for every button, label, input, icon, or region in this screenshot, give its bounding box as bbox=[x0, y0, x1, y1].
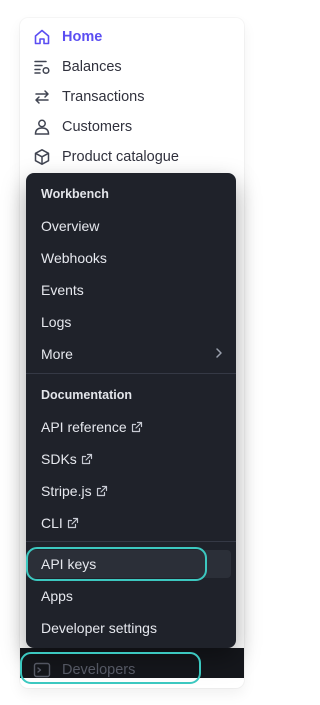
menu-item-label: Webhooks bbox=[41, 250, 107, 266]
section-title-documentation: Documentation bbox=[41, 388, 132, 402]
nav-item-label: Home bbox=[62, 29, 103, 45]
nav-item-home[interactable]: Home bbox=[20, 22, 244, 52]
menu-item-sdks[interactable]: SDKs bbox=[26, 445, 236, 473]
menu-item-label: Overview bbox=[41, 218, 100, 234]
nav-item-label: Customers bbox=[62, 119, 133, 135]
menu-item-label: Apps bbox=[41, 588, 73, 604]
menu-item-events[interactable]: Events bbox=[26, 276, 236, 304]
external-link-icon bbox=[81, 453, 93, 465]
nav-item-label: Transactions bbox=[62, 89, 145, 105]
menu-item-api-reference[interactable]: API reference bbox=[26, 413, 236, 441]
home-icon bbox=[33, 28, 51, 46]
customers-icon bbox=[33, 118, 51, 136]
menu-item-label: Stripe.js bbox=[41, 483, 92, 499]
menu-item-label: More bbox=[41, 346, 73, 362]
menu-item-label: Developer settings bbox=[41, 620, 157, 636]
transactions-icon bbox=[33, 88, 51, 106]
menu-item-cli[interactable]: CLI bbox=[26, 509, 236, 537]
focus-ring-api-keys bbox=[26, 547, 207, 581]
menu-item-label: Logs bbox=[41, 314, 72, 330]
menu-item-logs[interactable]: Logs bbox=[26, 308, 236, 336]
nav-item-transactions[interactable]: Transactions bbox=[20, 82, 244, 112]
external-link-icon bbox=[131, 421, 143, 433]
menu-item-label: SDKs bbox=[41, 451, 77, 467]
menu-item-stripe-js[interactable]: Stripe.js bbox=[26, 477, 236, 505]
section-title-workbench: Workbench bbox=[41, 187, 109, 201]
external-link-icon bbox=[67, 517, 79, 529]
nav-item-product-catalogue[interactable]: Product catalogue bbox=[20, 142, 244, 172]
nav-item-label: Product catalogue bbox=[62, 149, 179, 165]
menu-item-apps[interactable]: Apps bbox=[26, 582, 236, 610]
balances-icon bbox=[33, 58, 51, 76]
menu-item-label: Events bbox=[41, 282, 84, 298]
menu-item-label: API reference bbox=[41, 419, 127, 435]
nav-item-customers[interactable]: Customers bbox=[20, 112, 244, 142]
divider bbox=[26, 541, 236, 542]
product-icon bbox=[33, 148, 51, 166]
menu-item-more[interactable]: More bbox=[26, 340, 236, 368]
chevron-right-icon bbox=[215, 347, 223, 362]
nav-item-label: Balances bbox=[62, 59, 122, 75]
menu-item-overview[interactable]: Overview bbox=[26, 212, 236, 240]
focus-ring-developers bbox=[20, 652, 201, 684]
menu-item-webhooks[interactable]: Webhooks bbox=[26, 244, 236, 272]
external-link-icon bbox=[96, 485, 108, 497]
menu-item-developer-settings[interactable]: Developer settings bbox=[26, 614, 236, 642]
divider bbox=[26, 373, 236, 374]
nav-item-balances[interactable]: Balances bbox=[20, 52, 244, 82]
menu-item-label: CLI bbox=[41, 515, 63, 531]
